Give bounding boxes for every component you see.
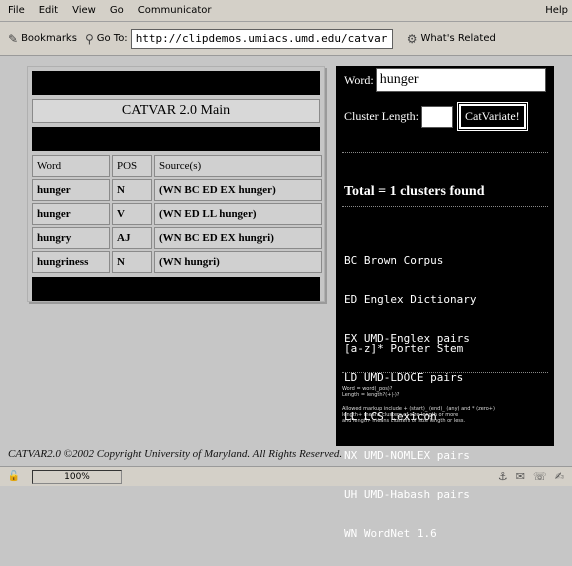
table-header-row: Word POS Source(s) bbox=[32, 155, 322, 177]
menu-edit[interactable]: Edit bbox=[39, 5, 58, 16]
cell-source: (WN ED LL hunger) bbox=[154, 203, 322, 225]
table-row: hungry AJ (WN BC ED EX hungri) bbox=[32, 227, 322, 249]
word-row: Word: bbox=[344, 68, 546, 92]
page-title: CATVAR 2.0 Main bbox=[32, 99, 320, 123]
divider-black-bar bbox=[32, 127, 320, 151]
table-row: hungriness N (WN hungri) bbox=[32, 251, 322, 273]
page-content: CATVAR 2.0 Main Word POS Source(s) hunge… bbox=[0, 56, 572, 540]
divider-line bbox=[342, 372, 548, 373]
porter-stem-note: [a-z]* Porter Stem bbox=[344, 342, 464, 355]
legend-item: BC Brown Corpus bbox=[344, 254, 444, 267]
table-row: hunger N (WN BC ED EX hunger) bbox=[32, 179, 322, 201]
results-table: Word POS Source(s) hunger N (WN BC ED EX… bbox=[30, 153, 324, 275]
catvar-main-panel: CATVAR 2.0 Main Word POS Source(s) hunge… bbox=[27, 66, 325, 302]
column-header-source: Source(s) bbox=[154, 155, 322, 177]
cluster-length-label: Cluster Length: bbox=[344, 109, 419, 123]
divider-line bbox=[342, 152, 548, 153]
menubar: File Edit View Go Communicator Help bbox=[0, 0, 572, 22]
cell-word: hungriness bbox=[32, 251, 110, 273]
component-bar: ⚓ ✉ ☏ ✍ bbox=[498, 470, 572, 483]
header-black-bar bbox=[32, 71, 320, 95]
word-input[interactable] bbox=[375, 68, 546, 92]
cell-pos: N bbox=[112, 179, 152, 201]
goto-label: Go To: bbox=[96, 33, 128, 44]
syntax-help: Word = word(_pos)? Length = length?(+|-)… bbox=[342, 386, 400, 398]
cluster-length-row: Cluster Length: CatVariate! bbox=[344, 102, 528, 131]
progress-indicator: 100% bbox=[32, 469, 122, 484]
cell-word: hunger bbox=[32, 203, 110, 225]
cluster-length-input[interactable] bbox=[421, 105, 453, 128]
cell-word: hunger bbox=[32, 179, 110, 201]
results-total: Total = 1 clusters found bbox=[344, 184, 485, 199]
menu-view[interactable]: View bbox=[72, 5, 96, 16]
navigator-icon[interactable]: ⚓ bbox=[498, 470, 508, 483]
location-icon: ⚲ bbox=[84, 31, 94, 46]
cell-source: (WN BC ED EX hunger) bbox=[154, 179, 322, 201]
security-lock-icon[interactable]: 🔓 bbox=[6, 471, 22, 482]
column-header-pos: POS bbox=[112, 155, 152, 177]
menu-file[interactable]: File bbox=[8, 5, 25, 16]
progress-text: 100% bbox=[64, 471, 90, 482]
bookmarks-label: Bookmarks bbox=[21, 33, 77, 44]
cell-source: (WN BC ED EX hungri) bbox=[154, 227, 322, 249]
column-header-word: Word bbox=[32, 155, 110, 177]
word-label: Word: bbox=[344, 72, 374, 87]
search-panel: Word: Cluster Length: CatVariate! Total … bbox=[336, 66, 554, 540]
footer-black-bar bbox=[32, 277, 320, 301]
menu-communicator[interactable]: Communicator bbox=[138, 5, 212, 16]
related-icon: ⚙ bbox=[406, 31, 418, 46]
cell-pos: V bbox=[112, 203, 152, 225]
legend-item: UH UMD-Habash pairs bbox=[344, 488, 470, 501]
url-input[interactable] bbox=[130, 28, 393, 49]
related-label: What's Related bbox=[420, 33, 496, 44]
bookmark-icon: ✎ bbox=[8, 31, 19, 46]
legend-item: NX UMD-NOMLEX pairs bbox=[344, 449, 470, 462]
discussions-icon[interactable]: ☏ bbox=[533, 470, 547, 483]
location-toolbar: ✎ Bookmarks ⚲ Go To: ⚙ What's Related bbox=[0, 22, 572, 56]
cell-source: (WN hungri) bbox=[154, 251, 322, 273]
copyright-notice: CATVAR2.0 ©2002 Copyright University of … bbox=[8, 448, 343, 460]
legend-item: ED Englex Dictionary bbox=[344, 293, 477, 306]
markup-help: Allowed markup include + (start)_ (end)_… bbox=[342, 406, 495, 424]
divider-line bbox=[342, 206, 548, 207]
mail-icon[interactable]: ✉ bbox=[516, 470, 525, 483]
composer-icon[interactable]: ✍ bbox=[555, 470, 564, 483]
cell-pos: AJ bbox=[112, 227, 152, 249]
legend-item: WN WordNet 1.6 bbox=[344, 527, 437, 540]
catvariate-button[interactable]: CatVariate! bbox=[457, 102, 528, 131]
menu-help[interactable]: Help bbox=[545, 5, 568, 16]
cell-pos: N bbox=[112, 251, 152, 273]
cell-word: hungry bbox=[32, 227, 110, 249]
goto-group: ⚲ Go To: bbox=[84, 28, 393, 49]
whats-related-button[interactable]: ⚙ What's Related bbox=[407, 32, 496, 46]
bookmarks-button[interactable]: ✎ Bookmarks bbox=[8, 32, 77, 46]
status-bar: 🔓 100% ⚓ ✉ ☏ ✍ bbox=[0, 466, 572, 486]
table-row: hunger V (WN ED LL hunger) bbox=[32, 203, 322, 225]
browser-window: File Edit View Go Communicator Help ✎ Bo… bbox=[0, 0, 572, 540]
menu-go[interactable]: Go bbox=[110, 5, 124, 16]
